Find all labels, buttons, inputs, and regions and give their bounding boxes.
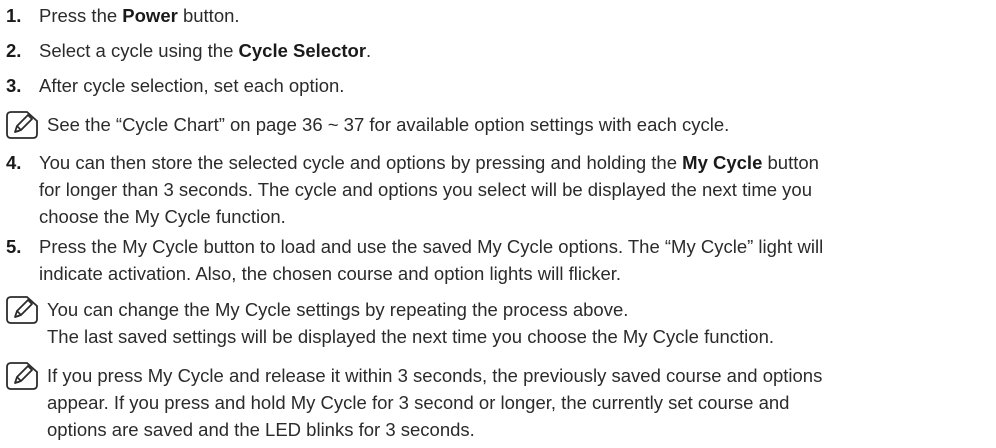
note-pencil-icon (6, 110, 38, 140)
step-line: Press the My Cycle button to load and us… (39, 236, 824, 257)
step-number: 1. (6, 5, 22, 26)
power-button-label: Power (122, 5, 178, 26)
note-2: You can change the My Cycle settings by … (6, 296, 988, 350)
step-number: 5. (6, 236, 22, 257)
step-5: 5. Press the My Cycle button to load and… (6, 233, 988, 287)
note-line: If you press My Cycle and release it wit… (47, 365, 823, 386)
step-text-part: button (762, 152, 819, 173)
step-1: 1. Press the Power button. (6, 2, 988, 29)
step-text: Press the My Cycle button to load and us… (39, 233, 988, 287)
note-line: See the “Cycle Chart” on page 36 ~ 37 fo… (47, 114, 730, 135)
step-text: You can then store the selected cycle an… (39, 149, 988, 230)
step-number: 2. (6, 40, 22, 61)
cycle-selector-label: Cycle Selector (238, 40, 367, 61)
step-4: 4. You can then store the selected cycle… (6, 149, 988, 230)
note-1: See the “Cycle Chart” on page 36 ~ 37 fo… (6, 111, 988, 140)
note-text: If you press My Cycle and release it wit… (47, 362, 988, 443)
note-text: You can change the My Cycle settings by … (47, 296, 988, 350)
note-line: The last saved settings will be displaye… (47, 326, 775, 347)
step-number: 4. (6, 152, 22, 173)
step-line: indicate activation. Also, the chosen co… (39, 263, 622, 284)
step-text: Select a cycle using the Cycle Selector. (39, 37, 988, 64)
step-line: for longer than 3 seconds. The cycle and… (39, 179, 812, 200)
step-number: 3. (6, 75, 22, 96)
step-line: choose the My Cycle function. (39, 206, 286, 227)
step-text-part: You can then store the selected cycle an… (39, 152, 683, 173)
note-pencil-icon (6, 361, 38, 391)
note-pencil-icon (6, 295, 38, 325)
step-text-part: Press the (39, 5, 123, 26)
step-3: 3. After cycle selection, set each optio… (6, 72, 988, 99)
step-line: You can then store the selected cycle an… (39, 149, 988, 176)
note-line: You can change the My Cycle settings by … (47, 299, 629, 320)
manual-page: 1. Press the Power button. 2. Select a c… (0, 0, 996, 448)
step-text-part: Select a cycle using the (39, 40, 239, 61)
note-line: options are saved and the LED blinks for… (47, 419, 475, 440)
step-text-part: . (366, 40, 372, 61)
note-text: See the “Cycle Chart” on page 36 ~ 37 fo… (47, 111, 988, 140)
step-2: 2. Select a cycle using the Cycle Select… (6, 37, 988, 64)
note-line: appear. If you press and hold My Cycle f… (47, 392, 790, 413)
step-text: Press the Power button. (39, 2, 988, 29)
note-3: If you press My Cycle and release it wit… (6, 362, 988, 443)
my-cycle-button-label: My Cycle (682, 152, 763, 173)
step-text-part: button. (177, 5, 240, 26)
step-text: After cycle selection, set each option. (39, 75, 345, 96)
